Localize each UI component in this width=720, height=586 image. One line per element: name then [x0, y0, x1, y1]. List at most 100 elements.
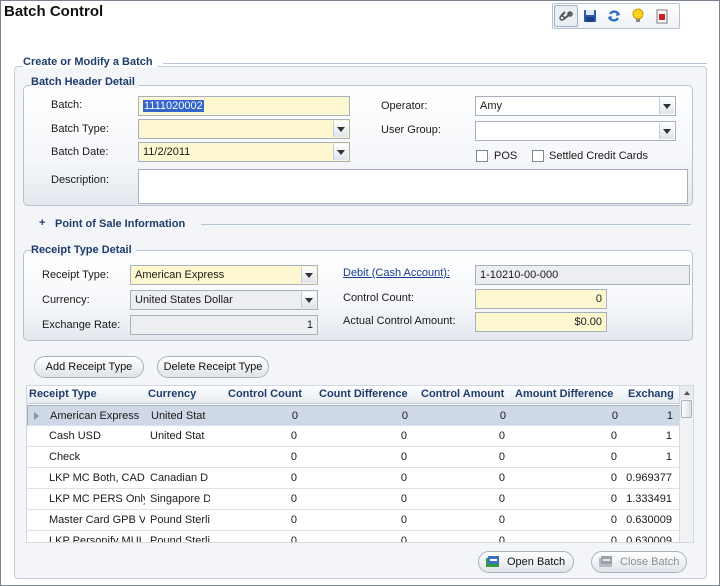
cell-control-amount: 0	[498, 535, 505, 543]
cell-receipt-type: American Express	[50, 410, 140, 422]
open-batch-icon	[486, 556, 499, 567]
refresh-icon[interactable]	[602, 4, 626, 28]
col-exchange[interactable]: Exchang	[628, 388, 674, 400]
description-input[interactable]	[138, 169, 688, 204]
chevron-down-icon	[301, 267, 316, 283]
scroll-up-icon[interactable]	[680, 386, 693, 399]
cell-count-difference: 0	[400, 514, 407, 526]
open-batch-label: Open Batch	[507, 556, 566, 568]
receipt-type-label: Receipt Type:	[42, 269, 110, 281]
col-control-count[interactable]: Control Count	[228, 388, 302, 400]
pos-checkbox[interactable]	[476, 150, 488, 162]
cell-control-count: 0	[290, 472, 297, 484]
currency-select[interactable]: United States Dollar	[130, 290, 318, 310]
cell-exchange: 1	[665, 430, 672, 442]
table-row[interactable]: Master Card GPB V Pound Sterli 0 0 0 0 0.63000…	[27, 510, 681, 531]
cell-receipt-type: Cash USD	[49, 430, 101, 442]
close-batch-icon	[599, 556, 612, 567]
col-currency[interactable]: Currency	[148, 388, 196, 400]
grid-scrollbar[interactable]	[679, 386, 693, 542]
table-row[interactable]: Cash USD United Stat 0 0 0 0 1	[27, 426, 681, 447]
save-icon[interactable]	[578, 4, 602, 28]
add-receipt-type-button[interactable]: Add Receipt Type	[34, 356, 144, 378]
cell-currency: Pound Sterli	[150, 514, 210, 526]
cell-count-difference: 0	[400, 430, 407, 442]
cell-control-count: 0	[290, 451, 297, 463]
cell-exchange: 1.333491	[626, 493, 672, 505]
batch-type-select[interactable]	[138, 119, 350, 139]
col-count-difference[interactable]: Count Difference	[319, 388, 408, 400]
batch-date-picker[interactable]: 11/2/2011	[138, 142, 350, 162]
cell-control-amount: 0	[498, 493, 505, 505]
cell-receipt-type: Check	[49, 451, 81, 463]
cell-control-amount: 0	[499, 410, 506, 422]
debit-account-input: 1-10210-00-000	[475, 265, 690, 285]
cell-amount-difference: 0	[610, 430, 617, 442]
batch-date-label: Batch Date:	[51, 146, 109, 158]
actual-control-amount-label: Actual Control Amount:	[343, 315, 456, 327]
pos-label: POS	[494, 150, 518, 162]
report-icon[interactable]	[650, 4, 674, 28]
cell-control-count: 0	[290, 535, 297, 543]
exchange-rate-input: 1	[130, 315, 318, 335]
user-group-select[interactable]	[475, 121, 676, 141]
close-batch-button[interactable]: Close Batch	[591, 551, 687, 573]
currency-label: Currency:	[42, 294, 90, 306]
table-row[interactable]: Check 0 0 0 0 1	[27, 447, 681, 468]
receipt-type-title: Receipt Type Detail	[31, 244, 136, 256]
close-batch-label: Close Batch	[620, 556, 680, 568]
lightbulb-icon[interactable]	[626, 4, 650, 28]
chevron-down-icon	[659, 98, 674, 114]
cell-control-count: 0	[290, 514, 297, 526]
control-count-input[interactable]: 0	[475, 289, 607, 309]
open-batch-button[interactable]: Open Batch	[478, 551, 574, 573]
col-control-amount[interactable]: Control Amount	[421, 388, 504, 400]
receipt-type-select[interactable]: American Express	[130, 265, 318, 285]
col-receipt-type[interactable]: Receipt Type	[29, 388, 97, 400]
cell-receipt-type: LKP MC PERS Only	[49, 493, 145, 505]
cell-receipt-type: Master Card GPB V	[49, 514, 145, 526]
create-modify-title: Create or Modify a Batch	[23, 56, 157, 68]
control-count-label: Control Count:	[343, 292, 414, 304]
grid-header: Receipt Type Currency Control Count Coun…	[27, 386, 681, 404]
cell-exchange: 1	[666, 410, 673, 422]
cell-control-amount: 0	[498, 472, 505, 484]
link-icon[interactable]	[554, 5, 578, 27]
cell-amount-difference: 0	[611, 410, 618, 422]
cell-count-difference: 0	[400, 472, 407, 484]
cell-amount-difference: 0	[610, 514, 617, 526]
cell-receipt-type: LKP MC Both, CAD	[49, 472, 145, 484]
batch-header-title: Batch Header Detail	[31, 76, 139, 88]
chevron-down-icon	[333, 144, 348, 160]
operator-select[interactable]: Amy	[475, 96, 676, 116]
batch-label: Batch:	[51, 99, 83, 111]
table-row[interactable]: LKP Personify MUI Pound Sterli 0 0 0 0 0.63000…	[27, 531, 681, 543]
cell-control-amount: 0	[498, 430, 505, 442]
cell-control-count: 0	[290, 493, 297, 505]
cell-exchange: 1	[665, 451, 672, 463]
chevron-down-icon	[333, 121, 348, 137]
col-amount-difference[interactable]: Amount Difference	[515, 388, 613, 400]
pos-info-title[interactable]: Point of Sale Information	[55, 218, 190, 230]
chevron-down-icon	[659, 123, 674, 139]
table-row[interactable]: American Express United Stat 0 0 0 0 1	[27, 405, 681, 426]
scroll-thumb[interactable]	[681, 400, 692, 418]
delete-receipt-type-button[interactable]: Delete Receipt Type	[157, 356, 269, 378]
cell-control-count: 0	[291, 410, 298, 422]
cell-currency: United Stat	[150, 430, 205, 442]
cell-exchange: 0.969377	[626, 472, 672, 484]
debit-cash-account-link[interactable]: Debit (Cash Account):	[343, 267, 450, 279]
batch-input[interactable]: 1111020002	[138, 96, 350, 116]
batch-control-window: Batch Control Create or Modify a Batch B…	[0, 0, 720, 586]
batch-type-label: Batch Type:	[51, 123, 109, 135]
cell-control-amount: 0	[498, 451, 505, 463]
settled-credit-cards-checkbox[interactable]	[532, 150, 544, 162]
description-label: Description:	[51, 174, 110, 186]
pos-expand-toggle[interactable]: +	[39, 217, 45, 229]
toolbar	[552, 3, 680, 29]
table-row[interactable]: LKP MC PERS Only Singapore D 0 0 0 0 1.333491	[27, 489, 681, 510]
table-row[interactable]: LKP MC Both, CAD Canadian D 0 0 0 0 0.969377	[27, 468, 681, 489]
settled-credit-cards-label: Settled Credit Cards	[549, 150, 649, 162]
cell-currency: Singapore D	[150, 493, 210, 505]
actual-control-amount-input[interactable]: $0.00	[475, 312, 607, 332]
